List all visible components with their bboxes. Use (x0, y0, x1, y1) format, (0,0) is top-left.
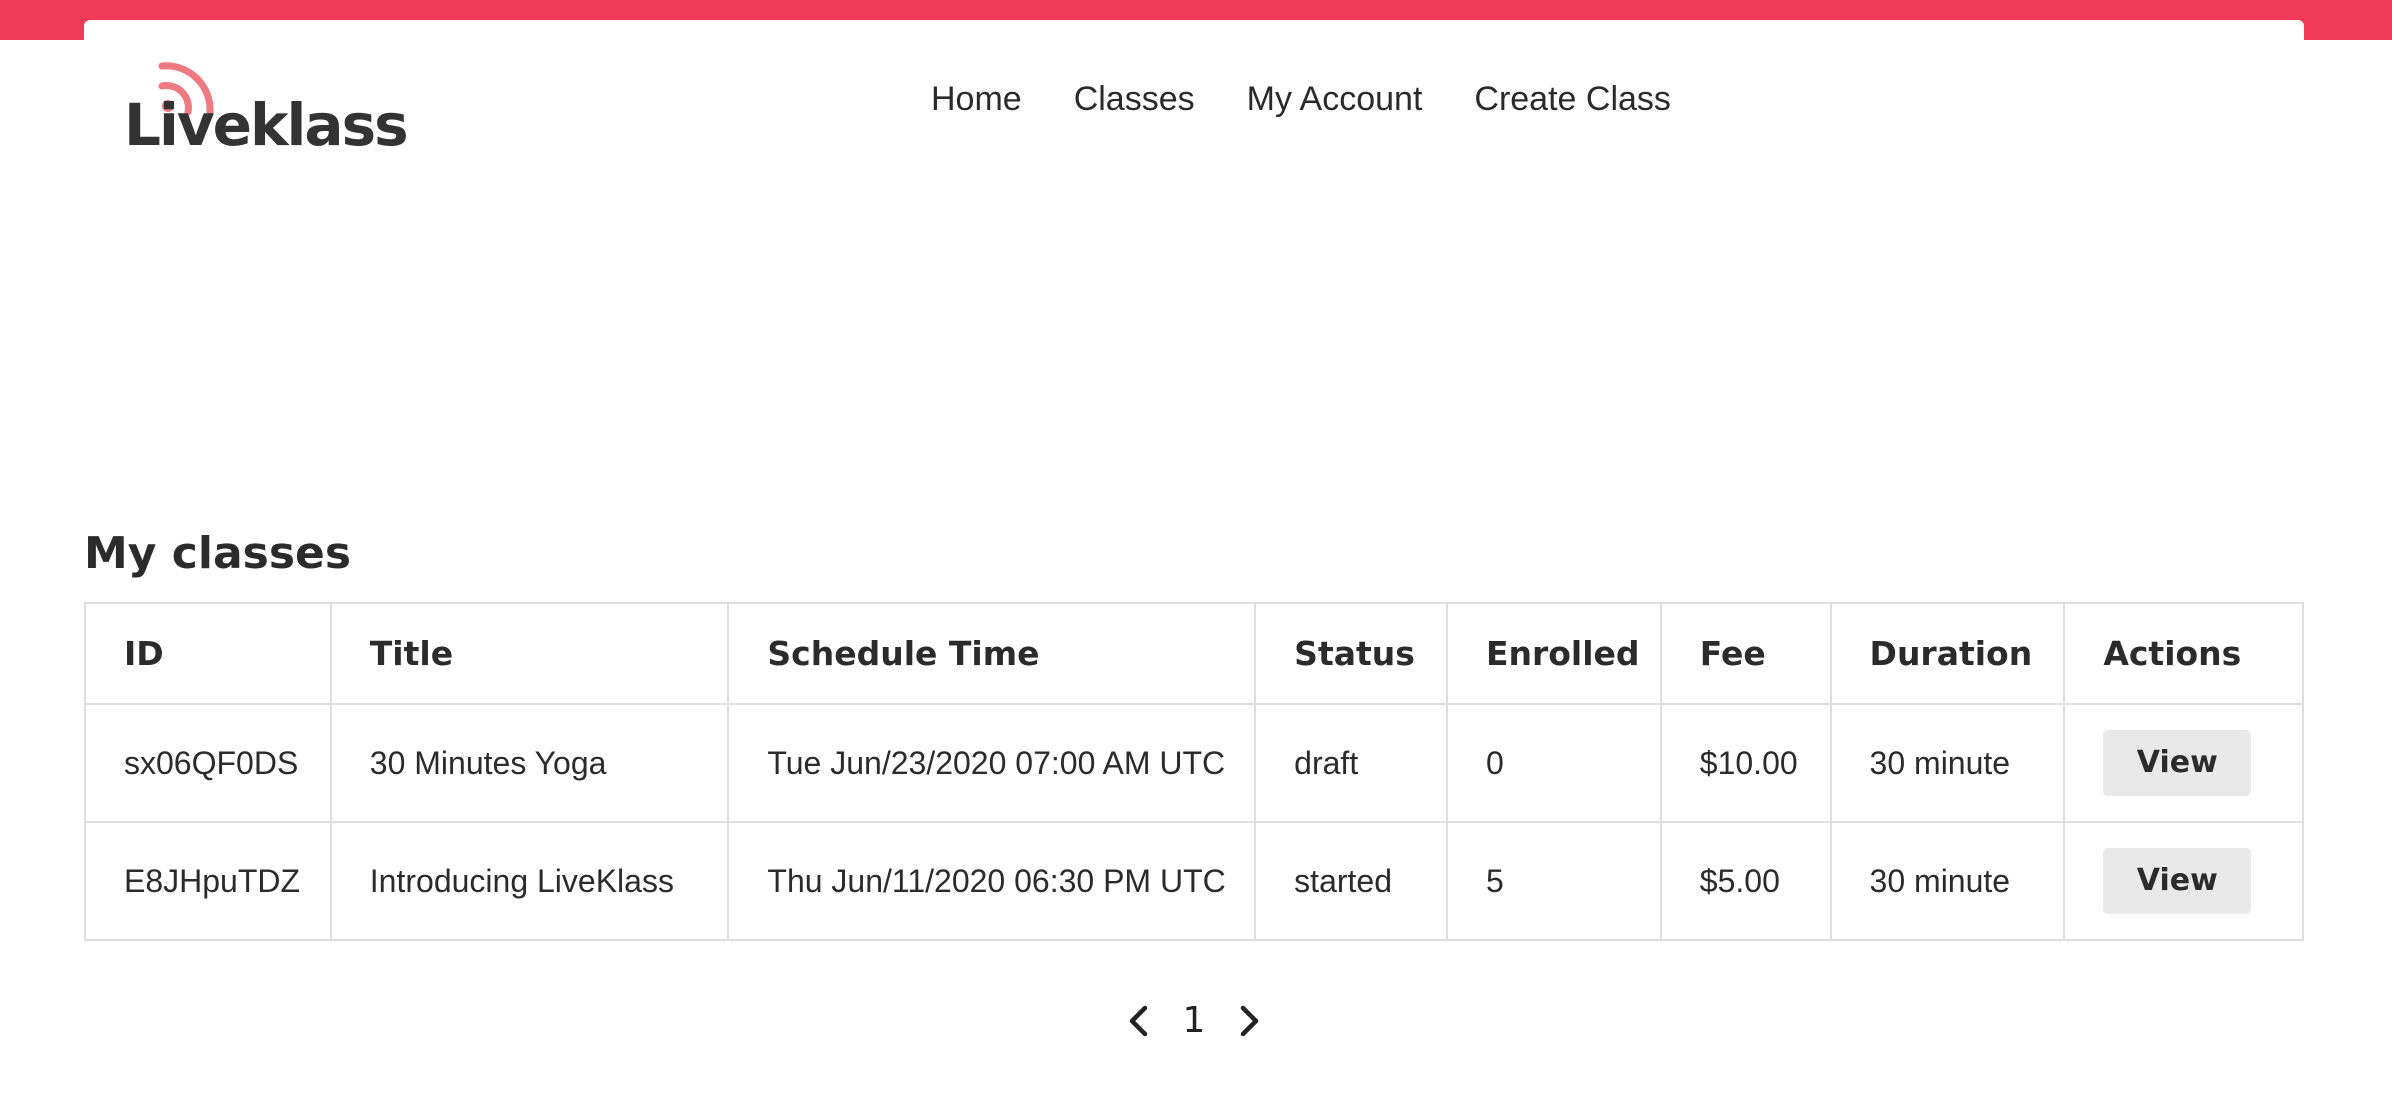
cell-fee: $10.00 (1659, 703, 1832, 823)
cell-id: sx06QF0DS (84, 703, 332, 823)
cell-actions: View (2063, 821, 2304, 941)
chevron-right-icon (1241, 1005, 1259, 1036)
cell-status: started (1254, 821, 1448, 941)
view-button[interactable]: View (2103, 730, 2252, 796)
cell-enrolled: 5 (1445, 821, 1662, 941)
nav-classes[interactable]: Classes (1074, 80, 1195, 119)
pagination: 1 (84, 1000, 2304, 1041)
brand-logo[interactable]: Liveklass (124, 56, 409, 176)
column-header-id: ID (84, 602, 332, 705)
column-header-actions: Actions (2063, 602, 2304, 705)
nav-home[interactable]: Home (931, 80, 1022, 119)
column-header-duration: Duration (1829, 602, 2066, 705)
cell-status: draft (1254, 703, 1448, 823)
page-title: My classes (84, 528, 352, 579)
column-header-schedule-time: Schedule Time (727, 602, 1257, 705)
column-header-title: Title (329, 602, 730, 705)
nav-create-class[interactable]: Create Class (1474, 80, 1671, 119)
table-header-row: ID Title Schedule Time Status Enrolled F… (84, 602, 2304, 705)
cell-title: Introducing LiveKlass (329, 821, 730, 941)
cell-id: E8JHpuTDZ (84, 821, 332, 941)
main-nav: Home Classes My Account Create Class (931, 80, 1671, 119)
cell-duration: 30 minute (1829, 703, 2066, 823)
chevron-left-icon (1129, 1005, 1147, 1036)
table-row: E8JHpuTDZ Introducing LiveKlass Thu Jun/… (84, 821, 2304, 941)
brand-name: Liveklass (124, 91, 409, 159)
cell-enrolled: 0 (1445, 703, 1662, 823)
cell-title: 30 Minutes Yoga (329, 703, 730, 823)
cell-schedule-time: Thu Jun/11/2020 06:30 PM UTC (727, 821, 1257, 941)
cell-duration: 30 minute (1829, 821, 2066, 941)
pagination-next[interactable] (1235, 1001, 1265, 1041)
column-header-fee: Fee (1659, 602, 1832, 705)
column-header-status: Status (1254, 602, 1448, 705)
view-button[interactable]: View (2103, 848, 2252, 914)
cell-fee: $5.00 (1659, 821, 1832, 941)
page-card: Liveklass Home Classes My Account Create… (84, 20, 2304, 1100)
nav-my-account[interactable]: My Account (1247, 80, 1423, 119)
pagination-prev[interactable] (1123, 1001, 1153, 1041)
column-header-enrolled: Enrolled (1445, 602, 1662, 705)
cell-actions: View (2063, 703, 2304, 823)
cell-schedule-time: Tue Jun/23/2020 07:00 AM UTC (727, 703, 1257, 823)
classes-table: ID Title Schedule Time Status Enrolled F… (84, 602, 2304, 941)
current-page-number[interactable]: 1 (1183, 1000, 1206, 1041)
table-row: sx06QF0DS 30 Minutes Yoga Tue Jun/23/202… (84, 703, 2304, 823)
